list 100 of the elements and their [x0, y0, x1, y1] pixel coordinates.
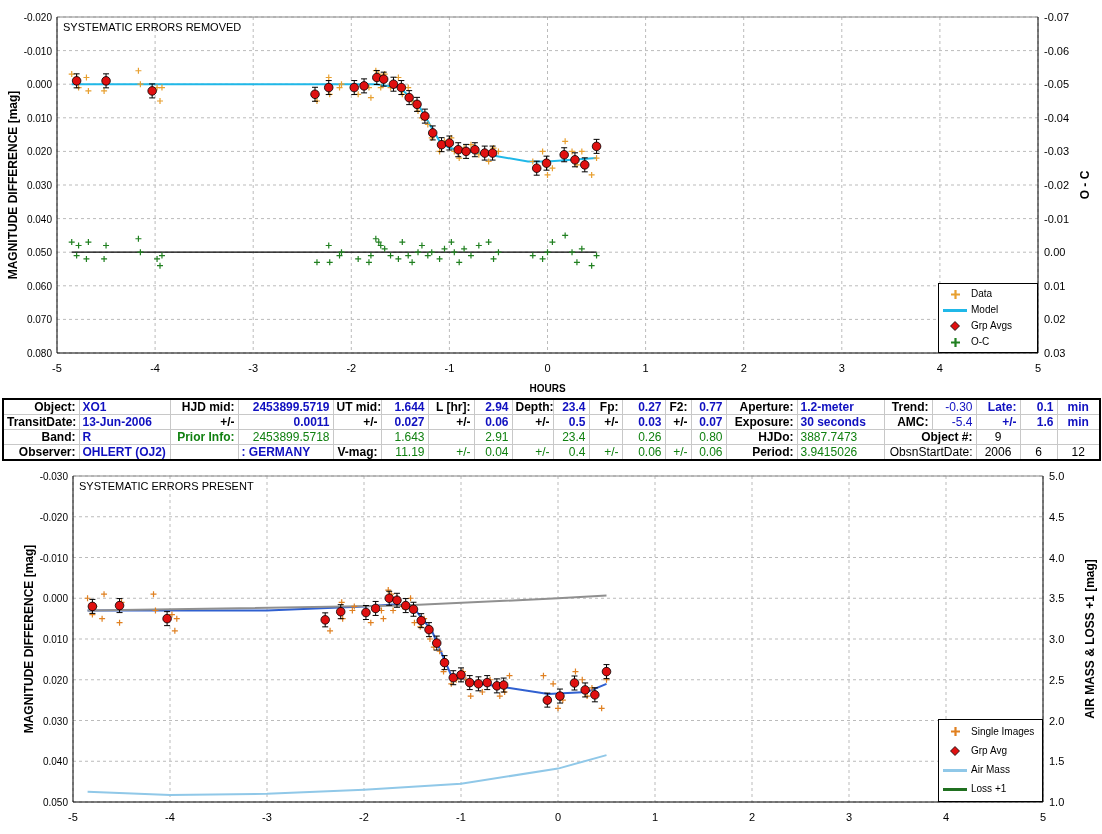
legend-label: Grp Avgs [971, 320, 1012, 332]
axis-tick-label: 1.5 [1049, 755, 1065, 768]
axis-tick-label: -0.06 [1044, 44, 1070, 57]
axis-tick-label: 0.010 [42, 634, 68, 645]
axis-tick-label: 5 [1039, 811, 1047, 823]
axis-title: HOURS [529, 383, 566, 394]
axis-tick-label: 2.5 [1049, 673, 1065, 686]
axis-tick-label: -0.03 [1044, 145, 1070, 158]
field-label: Fp: [589, 399, 622, 415]
legend-label: Data [971, 288, 993, 300]
axis-tick-label: 0.030 [26, 180, 52, 191]
field-label: F2: [665, 399, 691, 415]
axis-tick-label: 3 [845, 811, 853, 823]
axis-tick-label: 0.02 [1044, 313, 1066, 326]
axis-tick-label: 0.020 [26, 146, 52, 158]
table-cell: 0.26 [622, 429, 665, 445]
axis-tick-label: 1 [651, 811, 659, 823]
table-cell: 0.27 [622, 399, 665, 415]
field-label: UT mid: [333, 399, 381, 415]
axis-tick-label: -3 [262, 811, 272, 823]
axis-title: AIR MASS & LOSS +1 [mag] [1083, 559, 1097, 719]
axis-tick-label: -0.05 [1044, 78, 1070, 91]
axis-tick-label: 2.0 [1049, 714, 1065, 727]
field-label: +/- [665, 414, 691, 430]
field-label: TransitDate: [3, 414, 79, 430]
table-cell: 23.4 [553, 429, 589, 445]
legend-label: Model [971, 304, 999, 316]
field-label: HJD mid: [170, 399, 238, 415]
field-label: Depth: [512, 399, 553, 415]
axis-tick-label: 0.040 [42, 756, 68, 768]
field-label: Aperture: [726, 399, 797, 415]
table-cell: min [1057, 399, 1100, 415]
field-label: Exposure: [726, 414, 797, 430]
axis-tick-label: 0.03 [1044, 347, 1066, 359]
axis-tick-label: 5.0 [1049, 470, 1065, 482]
field-label: +/- [589, 414, 622, 430]
axis-tick-label: 0 [544, 362, 551, 374]
axis-tick-label: -4 [165, 811, 175, 823]
table-cell: 0.027 [381, 414, 428, 430]
field-label: L [hr]: [428, 399, 474, 415]
table-cell: 1.644 [381, 399, 428, 415]
axis-title: MAGNITUDE DIFFERENCE [mag] [22, 544, 36, 734]
axis-tick-label: -0.01 [1044, 212, 1070, 225]
table-cell: Late: [976, 399, 1020, 415]
axis-tick-label: 4 [936, 362, 943, 374]
axis-tick-label: -5 [68, 811, 78, 823]
table-cell: 2.91 [474, 429, 512, 445]
table-cell: 1.6 [1020, 414, 1057, 430]
axis-tick-label: 0.080 [26, 348, 52, 359]
axis-tick-label: 0.030 [42, 715, 68, 727]
field-label: +/- [512, 414, 553, 430]
axis-tick-label: -0.030 [39, 471, 68, 482]
axis-tick-label: 0.020 [42, 674, 68, 686]
axis-tick-label: 0.070 [26, 314, 52, 326]
field-label: Prior Info: [170, 429, 238, 445]
table-cell: 0.0011 [238, 414, 333, 430]
field-label: +/- [333, 414, 381, 430]
axis-tick-label: -0.010 [39, 552, 68, 564]
axis-tick-label: 0.060 [26, 280, 52, 292]
axis-title: O - C [1078, 170, 1092, 200]
axis-tick-label: 5 [1034, 362, 1042, 374]
axis-tick-label: -0.010 [23, 45, 52, 57]
legend-label: Loss +1 [971, 783, 1007, 796]
table-cell: 0.07 [691, 414, 726, 430]
axis-tick-label: -2 [346, 362, 357, 374]
table-cell: min [1057, 414, 1100, 430]
axis-tick-label: -5 [52, 362, 62, 374]
table-cell: 30 seconds [797, 414, 884, 430]
chart-title: SYSTEMATIC ERRORS REMOVED [63, 21, 242, 33]
table-cell: 2.94 [474, 399, 512, 415]
legend-label: Single Images [971, 725, 1035, 738]
legend-label: O-C [971, 336, 990, 348]
table-cell: 23.4 [553, 399, 589, 415]
axis-tick-label: -1 [456, 811, 466, 823]
axis-tick-label: 2 [748, 811, 756, 823]
axis-tick-label: 0.00 [1044, 246, 1066, 259]
axis-tick-label: 0.01 [1044, 279, 1066, 292]
table-cell: 0.5 [553, 414, 589, 430]
axis-tick-label: 0.010 [26, 112, 52, 124]
axis-tick-label: 0 [554, 811, 562, 823]
chart-title: SYSTEMATIC ERRORS PRESENT [79, 480, 254, 492]
axis-tick-label: 0.000 [26, 79, 52, 91]
table-cell: 1.2-meter [797, 399, 884, 415]
legend-label: Air Mass [971, 764, 1010, 777]
table-cell: 2453899.5718 [238, 429, 333, 445]
table-cell: 2453899.5719 [238, 399, 333, 415]
field-label: Object #: [884, 429, 976, 445]
axis-tick-label: 0.000 [42, 593, 68, 605]
axis-tick-label: -4 [150, 362, 160, 374]
axis-tick-label: -0.020 [39, 511, 68, 523]
axis-tick-label: 3.0 [1049, 633, 1065, 645]
table-cell: +/- [976, 414, 1020, 430]
field-label: +/- [428, 414, 474, 430]
field-label: Band: [3, 429, 79, 445]
axis-tick-label: 0.040 [26, 213, 52, 225]
axis-tick-label: -1 [444, 362, 455, 374]
table-cell: XO1 [79, 399, 170, 415]
axis-title: MAGNITUDE DIFFERENCE [mag] [6, 90, 20, 280]
table-cell: R [79, 429, 170, 445]
axis-tick-label: 2 [740, 362, 747, 374]
